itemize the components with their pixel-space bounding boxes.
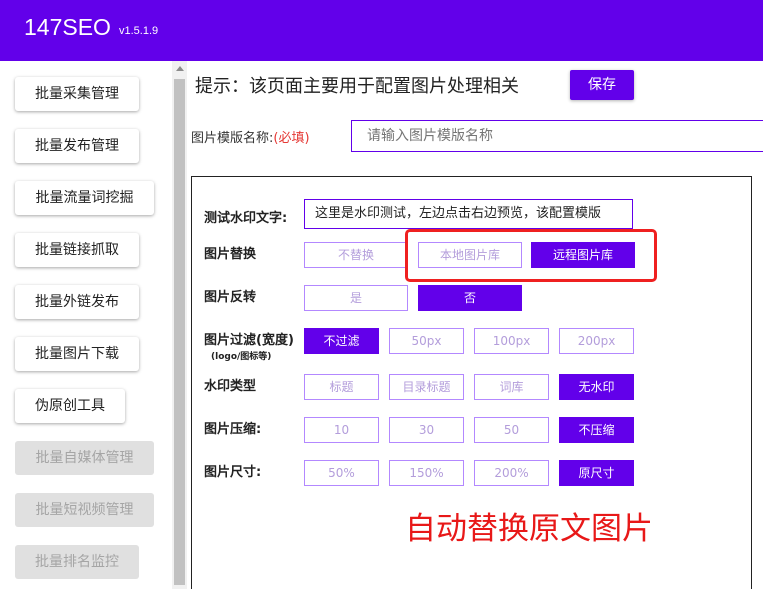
- sidebar-item-video-manage: 批量短视频管理: [15, 493, 154, 527]
- app-title: 147SEO: [24, 14, 111, 40]
- watermark-type-label: 水印类型: [204, 379, 257, 394]
- replace-option-none[interactable]: 不替换: [304, 242, 408, 268]
- template-name-label-text: 图片模版名称:: [191, 131, 274, 146]
- sidebar-item-image-download[interactable]: 批量图片下载: [15, 337, 139, 371]
- image-size-label: 图片尺寸:: [204, 465, 262, 480]
- filter-option-50px[interactable]: 50px: [389, 328, 464, 354]
- watermark-text-input[interactable]: 这里是水印测试，左边点击右边预览，该配置模版: [304, 199, 633, 229]
- flip-option-yes[interactable]: 是: [304, 285, 408, 311]
- sidebar-item-keyword-mining[interactable]: 批量流量词挖掘: [15, 181, 154, 215]
- sidebar-item-collect[interactable]: 批量采集管理: [15, 77, 139, 111]
- filter-option-100px[interactable]: 100px: [474, 328, 549, 354]
- sidebar: 批量采集管理 批量发布管理 批量流量词挖掘 批量链接抓取 批量外链发布 批量图片…: [0, 61, 172, 589]
- size-option-original[interactable]: 原尺寸: [559, 460, 634, 486]
- sidebar-item-publish[interactable]: 批量发布管理: [15, 129, 139, 163]
- scroll-up-arrow-icon[interactable]: [176, 66, 184, 71]
- sidebar-item-rank-monitor: 批量排名监控: [15, 545, 139, 579]
- save-button[interactable]: 保存: [570, 70, 634, 100]
- watermark-type-title[interactable]: 标题: [304, 374, 379, 400]
- page-hint: 提示：该页面主要用于配置图片处理相关: [195, 76, 519, 97]
- annotation-text: 自动替换原文图片: [405, 511, 653, 547]
- compress-option-10[interactable]: 10: [304, 417, 379, 443]
- template-name-label: 图片模版名称:(必填): [191, 127, 310, 146]
- flip-option-no[interactable]: 否: [418, 285, 522, 311]
- watermark-type-lexicon[interactable]: 词库: [474, 374, 549, 400]
- annotation-highlight-box: [405, 229, 657, 282]
- size-option-150[interactable]: 150%: [389, 460, 464, 486]
- size-option-50[interactable]: 50%: [304, 460, 379, 486]
- image-filter-sublabel: (logo/图标等): [211, 352, 272, 362]
- image-compress-label: 图片压缩:: [204, 422, 262, 437]
- sidebar-item-pseudo-original[interactable]: 伪原创工具: [15, 389, 125, 423]
- image-filter-label: 图片过滤(宽度): [204, 333, 294, 348]
- compress-option-none[interactable]: 不压缩: [559, 417, 634, 443]
- image-flip-label: 图片反转: [204, 290, 257, 305]
- size-option-200[interactable]: 200%: [474, 460, 549, 486]
- watermark-type-none[interactable]: 无水印: [559, 374, 634, 400]
- template-name-input[interactable]: [351, 120, 763, 152]
- watermark-text-label: 测试水印文字:: [204, 211, 288, 226]
- required-mark: (必填): [273, 131, 310, 146]
- filter-option-none[interactable]: 不过滤: [304, 328, 379, 354]
- app-header: 147SEO v1.5.1.9: [0, 0, 763, 61]
- compress-option-50[interactable]: 50: [474, 417, 549, 443]
- filter-option-200px[interactable]: 200px: [559, 328, 634, 354]
- image-replace-label: 图片替换: [204, 247, 257, 262]
- sidebar-item-media-manage: 批量自媒体管理: [15, 441, 154, 475]
- watermark-type-toc-title[interactable]: 目录标题: [389, 374, 464, 400]
- sidebar-scrollbar[interactable]: [172, 61, 187, 589]
- sidebar-item-link-crawl[interactable]: 批量链接抓取: [15, 233, 139, 267]
- sidebar-item-backlink-publish[interactable]: 批量外链发布: [15, 285, 139, 319]
- compress-option-30[interactable]: 30: [389, 417, 464, 443]
- app-version: v1.5.1.9: [119, 25, 159, 37]
- scrollbar-thumb[interactable]: [174, 79, 185, 585]
